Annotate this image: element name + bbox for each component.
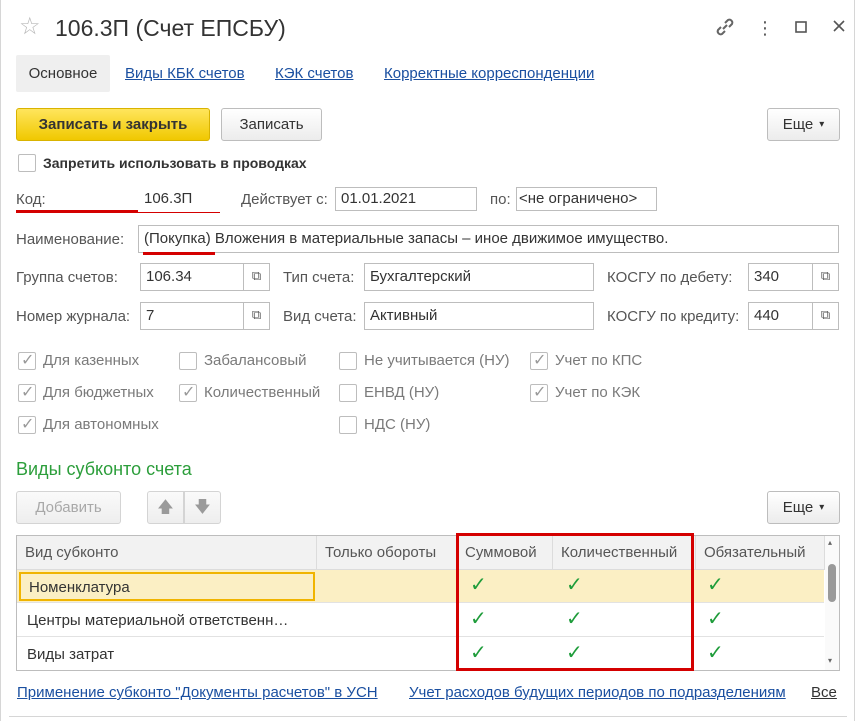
- account-type-field[interactable]: Бухгалтерский: [364, 263, 594, 291]
- kosgu-debit-open-icon[interactable]: ⧉: [813, 263, 839, 291]
- column-header-turnover-only[interactable]: Только обороты: [317, 536, 457, 570]
- table-row[interactable]: Виды затрат ✓ ✓ ✓: [17, 638, 824, 670]
- tab-main[interactable]: Основное: [16, 55, 110, 92]
- tab-kbk-types[interactable]: Виды КБК счетов: [125, 64, 245, 84]
- kosgu-credit-field[interactable]: 440: [748, 302, 813, 330]
- table-row[interactable]: Номенклатура ✓ ✓ ✓: [17, 570, 824, 603]
- account-form-window: ☆ 106.3П (Счет ЕПСБУ) ⋮ Основное Виды КБ…: [0, 0, 855, 721]
- table-row[interactable]: Центры материальной ответственн… ✓ ✓ ✓: [17, 604, 824, 637]
- account-kind-field[interactable]: Активный: [364, 302, 594, 330]
- kosgu-debit-label: КОСГУ по дебету:: [607, 269, 733, 286]
- more-label: Еще: [782, 116, 814, 133]
- bottom-divider: [9, 716, 847, 717]
- subconto-more-button[interactable]: Еще ▾: [767, 491, 840, 524]
- flag-kps-label: Учет по КПС: [555, 352, 643, 369]
- flag-quantitative-checkbox[interactable]: [179, 382, 197, 402]
- name-red-underline: [143, 252, 215, 255]
- window-title: 106.3П (Счет ЕПСБУ): [55, 15, 286, 41]
- code-label: Код:: [16, 191, 46, 208]
- flag-not-accounted-label: Не учитывается (НУ): [364, 352, 510, 369]
- valid-to-field[interactable]: <не ограничено>: [516, 187, 657, 211]
- flag-autonomous-checkbox[interactable]: [18, 414, 36, 434]
- account-type-label: Тип счета:: [283, 269, 355, 286]
- add-subconto-button[interactable]: Добавить: [16, 491, 121, 524]
- save-and-close-button[interactable]: Записать и закрыть: [16, 108, 210, 141]
- column-header-subconto[interactable]: Вид субконто: [17, 536, 317, 570]
- arrow-down-icon: 🡇: [194, 499, 211, 516]
- flag-envd-label: ЕНВД (НУ): [364, 384, 440, 401]
- flag-quantitative-label: Количественный: [204, 384, 321, 401]
- group-label: Группа счетов:: [16, 269, 118, 286]
- scroll-down-icon[interactable]: ▾: [828, 656, 832, 665]
- required-check-icon[interactable]: ✓: [707, 606, 724, 632]
- scroll-up-icon[interactable]: ▴: [828, 538, 832, 547]
- name-label: Наименование:: [16, 231, 125, 248]
- journal-field[interactable]: 7: [140, 302, 244, 330]
- move-down-button[interactable]: 🡇: [184, 491, 221, 524]
- flag-offbalance-label: Забалансовый: [204, 352, 307, 369]
- valid-from-label: Действует с:: [241, 191, 328, 208]
- journal-open-icon[interactable]: ⧉: [244, 302, 270, 330]
- tab-kek[interactable]: КЭК счетов: [275, 64, 353, 84]
- flag-kps-checkbox[interactable]: [530, 350, 548, 370]
- link-icon[interactable]: [713, 16, 737, 40]
- flag-vat-checkbox[interactable]: [339, 416, 357, 434]
- favorite-star-icon[interactable]: ☆: [19, 14, 45, 40]
- more-vertical-icon[interactable]: ⋮: [753, 16, 777, 40]
- future-expenses-link[interactable]: Учет расходов будущих периодов по подраз…: [409, 683, 786, 703]
- flag-treasury-checkbox[interactable]: [18, 350, 36, 370]
- code-field[interactable]: 106.3П: [138, 186, 228, 212]
- flag-envd-checkbox[interactable]: [339, 384, 357, 402]
- maximize-icon[interactable]: [789, 16, 813, 40]
- scroll-thumb[interactable]: [828, 564, 836, 602]
- subconto-usn-link[interactable]: Применение субконто "Документы расчетов"…: [17, 683, 378, 703]
- subconto-name-cell[interactable]: Номенклатура: [19, 572, 315, 601]
- account-kind-label: Вид счета:: [283, 308, 357, 325]
- flag-budget-checkbox[interactable]: [18, 382, 36, 402]
- tab-correspondences[interactable]: Корректные корреспонденции: [384, 64, 594, 84]
- chevron-down-icon: ▾: [819, 119, 825, 130]
- flag-budget-label: Для бюджетных: [43, 384, 154, 401]
- flag-treasury-label: Для казенных: [43, 352, 140, 369]
- flag-kek-checkbox[interactable]: [530, 382, 548, 402]
- subconto-name-cell[interactable]: Центры материальной ответственн…: [17, 604, 315, 637]
- save-button[interactable]: Записать: [221, 108, 322, 141]
- flag-autonomous-label: Для автономных: [43, 416, 159, 433]
- valid-to-label: по:: [490, 191, 511, 208]
- forbid-checkbox[interactable]: [18, 154, 36, 172]
- flag-not-accounted-checkbox[interactable]: [339, 352, 357, 370]
- chevron-down-icon: ▾: [819, 502, 825, 513]
- kosgu-credit-open-icon[interactable]: ⧉: [813, 302, 839, 330]
- close-icon[interactable]: [827, 16, 851, 40]
- valid-from-field[interactable]: 01.01.2021: [335, 187, 477, 211]
- name-field[interactable]: (Покупка) Вложения в материальные запасы…: [138, 225, 839, 253]
- columns-red-highlight: [456, 533, 694, 671]
- column-header-required[interactable]: Обязательный: [696, 536, 825, 570]
- subconto-more-label: Еще: [782, 499, 814, 516]
- all-link[interactable]: Все: [811, 683, 837, 703]
- group-field[interactable]: 106.34: [140, 263, 244, 291]
- subconto-table: Вид субконто Только обороты Суммовой Кол…: [16, 535, 840, 671]
- flag-kek-label: Учет по КЭК: [555, 384, 641, 401]
- move-up-button[interactable]: 🡅: [147, 491, 184, 524]
- flag-offbalance-checkbox[interactable]: [179, 352, 197, 370]
- required-check-icon[interactable]: ✓: [707, 640, 724, 666]
- required-check-icon[interactable]: ✓: [707, 572, 724, 598]
- arrow-up-icon: 🡅: [157, 499, 174, 516]
- flag-vat-label: НДС (НУ): [364, 416, 431, 433]
- more-button[interactable]: Еще ▾: [767, 108, 840, 141]
- subconto-section-title: Виды субконто счета: [16, 459, 192, 479]
- journal-label: Номер журнала:: [16, 308, 131, 325]
- kosgu-debit-field[interactable]: 340: [748, 263, 813, 291]
- forbid-label: Запретить использовать в проводках: [43, 155, 307, 171]
- table-scrollbar[interactable]: ▴ ▾: [825, 536, 839, 670]
- subconto-name-cell[interactable]: Виды затрат: [17, 638, 315, 670]
- group-open-icon[interactable]: ⧉: [244, 263, 270, 291]
- kosgu-credit-label: КОСГУ по кредиту:: [607, 308, 740, 325]
